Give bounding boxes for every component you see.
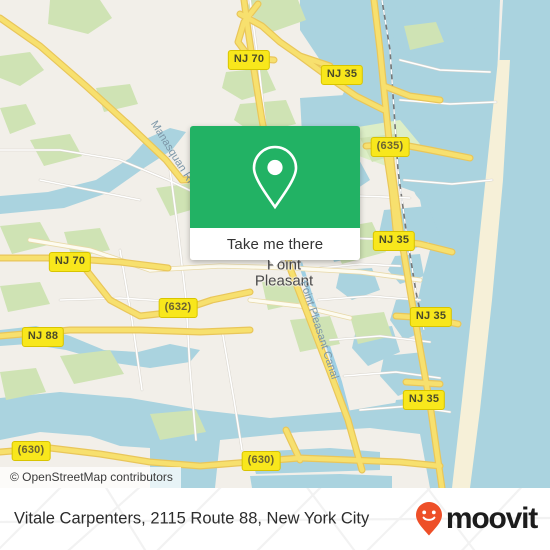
moovit-logo[interactable]: moovit [414,501,538,537]
map-pin-icon [252,145,298,210]
shield-label: NJ 35 [408,393,440,405]
shield-nj-35-bottom[interactable]: NJ 35 [402,390,446,410]
shield-label: (630) [247,454,275,466]
place-card[interactable]: Take me there [190,126,360,267]
footer-bar: Vitale Carpenters, 2115 Route 88, New Yo… [0,488,550,550]
take-me-there-button[interactable]: Take me there [190,228,360,267]
shield-route-635[interactable]: (635) [370,137,410,157]
shield-label: NJ 70 [54,255,86,267]
moovit-pin-smile-icon [415,502,442,536]
take-me-there-label: Take me there [226,235,324,253]
shield-nj-35-mid[interactable]: NJ 35 [372,231,416,251]
shield-label: (632) [164,301,192,313]
shield-nj-88[interactable]: NJ 88 [21,327,65,347]
shield-nj-70-left[interactable]: NJ 70 [48,252,92,272]
shield-nj-35-top[interactable]: NJ 35 [320,65,364,85]
shield-route-630-center[interactable]: (630) [241,451,281,471]
shield-nj-35-lower[interactable]: NJ 35 [409,307,453,327]
osm-attribution[interactable]: © OpenStreetMap contributors [0,466,181,488]
shield-label: (630) [17,444,45,456]
shield-label: NJ 70 [233,53,265,65]
place-card-image [190,126,360,228]
shield-label: NJ 35 [326,68,358,80]
shield-label: NJ 35 [378,234,410,246]
shield-label: NJ 35 [415,310,447,322]
shield-route-632[interactable]: (632) [158,298,198,318]
shield-label: (635) [376,140,404,152]
moovit-wordmark: moovit [445,502,538,535]
shield-label: NJ 88 [27,330,59,342]
shield-route-630-left[interactable]: (630) [11,441,51,461]
place-title: Vitale Carpenters, 2115 Route 88, New Yo… [14,509,370,528]
shield-nj-70-top[interactable]: NJ 70 [227,50,271,70]
